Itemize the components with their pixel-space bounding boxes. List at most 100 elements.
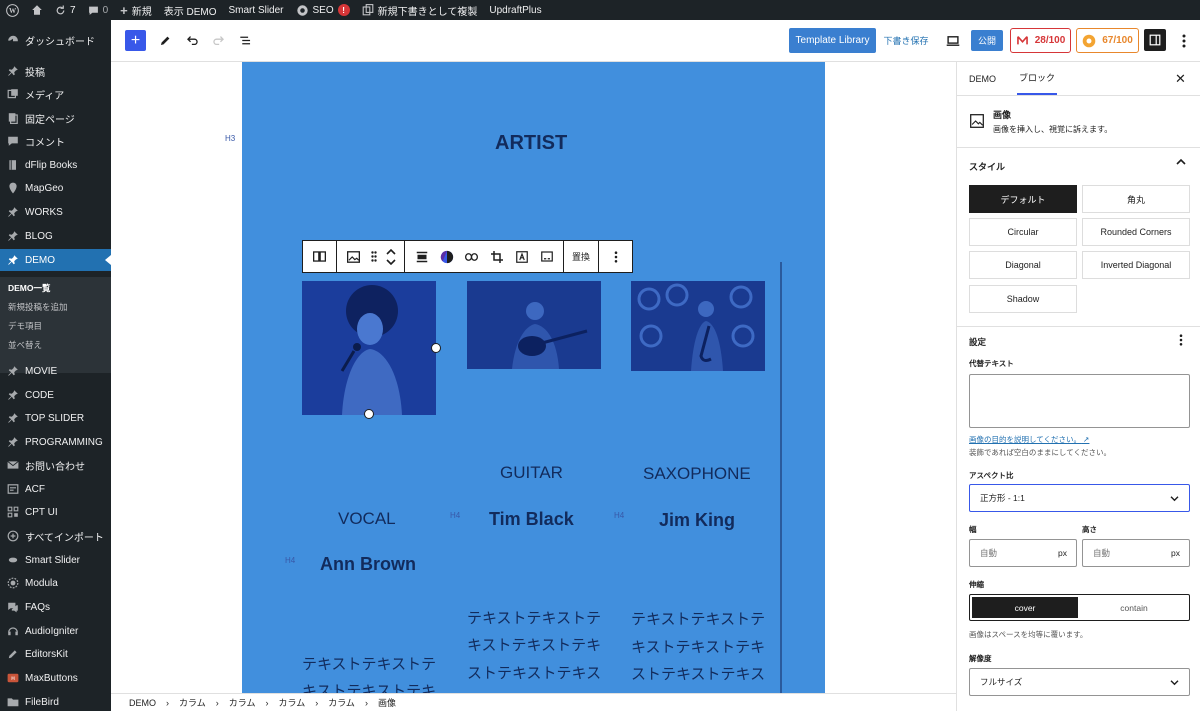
chevron-up-icon[interactable]	[1176, 157, 1186, 169]
drag-handle-icon[interactable]	[366, 241, 382, 272]
save-draft-button[interactable]: 下書き保存	[881, 28, 931, 53]
sidebar-item-filebird[interactable]: FileBird	[0, 691, 111, 713]
seo-item[interactable]: SEO !	[290, 0, 356, 20]
breadcrumb-item[interactable]: カラム	[328, 696, 355, 709]
submenu-add-new[interactable]: 新規投稿を追加	[8, 301, 68, 313]
role-guitar[interactable]: GUITAR	[500, 463, 563, 483]
breadcrumb-item[interactable]: カラム	[229, 696, 256, 709]
width-input[interactable]: 自動 px	[969, 539, 1077, 567]
block-type-button[interactable]	[341, 241, 366, 272]
sidebar-item-editorskit[interactable]: EditorsKit	[0, 643, 111, 665]
smart-slider-link[interactable]: Smart Slider	[223, 0, 290, 20]
artist-heading[interactable]: ARTIST	[495, 132, 567, 155]
sidebar-item-mapgeo[interactable]: MapGeo	[0, 177, 111, 199]
submenu-demo-list[interactable]: DEMO一覧	[8, 282, 51, 294]
crop-button[interactable]	[484, 241, 509, 272]
sidebar-item-ダッシュボード[interactable]: ダッシュボード	[0, 29, 111, 51]
style-shadow-button[interactable]: Shadow	[969, 285, 1077, 313]
resize-handle-bottom[interactable]	[364, 409, 374, 419]
sidebar-item-code[interactable]: CODE	[0, 384, 111, 406]
tools-pencil-button[interactable]	[155, 30, 176, 51]
replace-button[interactable]: 置換	[568, 241, 594, 272]
role-saxophone[interactable]: SAXOPHONE	[643, 464, 751, 484]
move-up-down-button[interactable]	[382, 241, 400, 272]
close-panel-icon[interactable]: ✕	[1175, 71, 1186, 87]
duotone-button[interactable]	[434, 241, 459, 272]
scale-cover-option[interactable]: cover	[972, 597, 1078, 618]
resolution-select[interactable]: フルサイズ	[969, 668, 1190, 696]
role-vocal[interactable]: VOCAL	[338, 509, 396, 529]
name-ann-brown[interactable]: Ann Brown	[320, 554, 416, 575]
home-icon[interactable]	[25, 0, 49, 20]
style-default-button[interactable]: デフォルト	[969, 185, 1077, 213]
caption-button[interactable]	[534, 241, 559, 272]
breadcrumb-item[interactable]: カラム	[179, 696, 206, 709]
sidebar-item-demo[interactable]: DEMO	[0, 249, 111, 271]
sidebar-item-movie[interactable]: MOVIE	[0, 360, 111, 382]
sidebar-item-dflip-books[interactable]: dFlip Books	[0, 154, 111, 176]
guitar-text-line-1[interactable]: テキストテキストテ	[467, 607, 601, 628]
wp-logo-icon[interactable]: W	[0, 0, 25, 20]
duplicate-draft-link[interactable]: 新規下書きとして複製	[356, 0, 484, 20]
preview-button[interactable]	[942, 30, 963, 51]
height-unit[interactable]: px	[1171, 548, 1180, 558]
sidebar-item-programming[interactable]: PROGRAMMING	[0, 431, 111, 453]
sidebar-item-acf[interactable]: ACF	[0, 478, 111, 500]
style-circular-button[interactable]: Circular	[969, 218, 1077, 246]
vocal-text-line-1[interactable]: テキストテキストテ	[302, 653, 436, 674]
new-content-item[interactable]: + 新規	[114, 0, 158, 20]
sidebar-item-お問い合わせ[interactable]: お問い合わせ	[0, 454, 111, 476]
options-menu-button[interactable]	[1174, 30, 1194, 51]
sidebar-item-smart-slider[interactable]: Smart Slider	[0, 549, 111, 571]
sidebar-item-blog[interactable]: BLOG	[0, 225, 111, 247]
name-jim-king[interactable]: Jim King	[659, 510, 735, 531]
saxophone-image[interactable]	[631, 281, 765, 371]
aspect-ratio-select[interactable]: 正方形 - 1:1	[969, 484, 1190, 512]
style-rounded-corners-button[interactable]: Rounded Corners	[1082, 218, 1190, 246]
style-inverted-diagonal-button[interactable]: Inverted Diagonal	[1082, 251, 1190, 279]
sidebar-item-投稿[interactable]: 投稿	[0, 60, 111, 82]
redo-button[interactable]	[208, 30, 229, 51]
name-tim-black[interactable]: Tim Black	[489, 509, 574, 530]
styles-heading[interactable]: スタイル	[969, 160, 1005, 173]
sidebar-item-audioigniter[interactable]: AudioIgniter	[0, 620, 111, 642]
height-input[interactable]: 自動 px	[1082, 539, 1190, 567]
text-overlay-button[interactable]	[509, 241, 534, 272]
link-button[interactable]	[459, 241, 484, 272]
sidebar-item-cpt-ui[interactable]: CPT UI	[0, 501, 111, 523]
guitar-text-line-2[interactable]: キストテキストテキ	[467, 634, 601, 655]
sidebar-item-コメント[interactable]: コメント	[0, 130, 111, 152]
breadcrumb-item[interactable]: カラム	[278, 696, 305, 709]
submenu-demo-items[interactable]: デモ項目	[8, 320, 42, 332]
tab-document[interactable]: DEMO	[969, 62, 996, 95]
sidebar-item-modula[interactable]: Modula	[0, 572, 111, 594]
style-rounded-button[interactable]: 角丸	[1082, 185, 1190, 213]
vocal-text-line-2[interactable]: キストテキストテキ	[302, 680, 436, 693]
sidebar-item-すべてインポート[interactable]: すべてインポート	[0, 525, 111, 547]
sax-text-line-2[interactable]: キストテキストテキ	[631, 636, 765, 657]
updraft-link[interactable]: UpdraftPlus	[483, 0, 547, 20]
inserter-button[interactable]: +	[125, 30, 146, 51]
sidebar-item-top-slider[interactable]: TOP SLIDER	[0, 407, 111, 429]
submenu-reorder[interactable]: 並べ替え	[8, 339, 42, 351]
readability-score-button[interactable]: 67/100	[1076, 28, 1139, 53]
document-overview-button[interactable]	[235, 30, 256, 51]
breadcrumb-item[interactable]: DEMO	[129, 698, 156, 708]
guitar-text-line-3[interactable]: ストテキストテキス	[467, 662, 601, 683]
sidebar-item-メディア[interactable]: メディア	[0, 83, 111, 105]
sidebar-item-固定ページ[interactable]: 固定ページ	[0, 107, 111, 129]
sax-text-line-3[interactable]: ストテキストテキス	[631, 663, 765, 684]
sax-text-line-1[interactable]: テキストテキストテ	[631, 608, 765, 629]
undo-button[interactable]	[182, 30, 203, 51]
sidebar-item-works[interactable]: WORKS	[0, 201, 111, 223]
sidebar-item-maxbuttons[interactable]: M MaxButtons	[0, 667, 111, 689]
comments-item[interactable]: 0	[82, 0, 115, 20]
alt-text-textarea[interactable]	[969, 374, 1190, 428]
scale-contain-option[interactable]: contain	[1080, 597, 1188, 618]
align-button[interactable]	[409, 241, 434, 272]
view-post-link[interactable]: 表示 DEMO	[158, 0, 223, 20]
seo-score-button[interactable]: 28/100	[1010, 28, 1071, 53]
select-parent-button[interactable]	[307, 241, 332, 272]
publish-button[interactable]: 公開	[971, 30, 1003, 51]
guitar-image[interactable]	[467, 281, 601, 369]
